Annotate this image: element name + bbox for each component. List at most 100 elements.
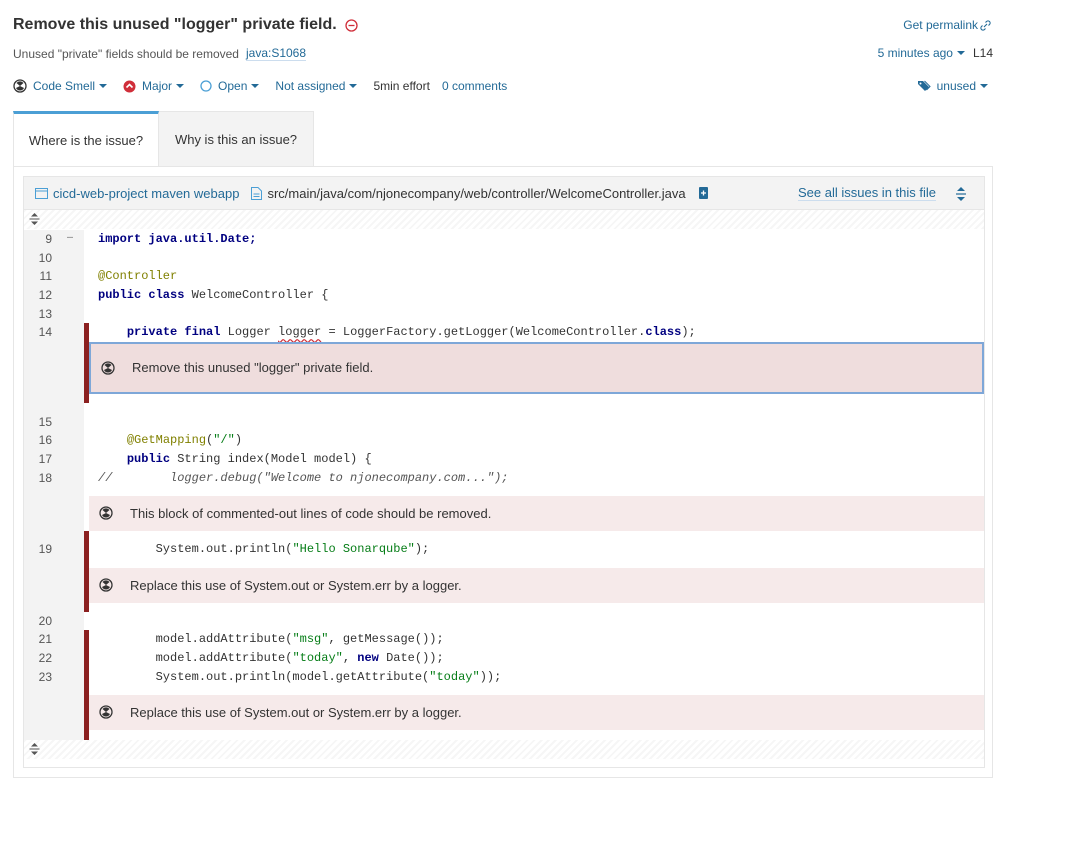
issue-message-text: This block of commented-out lines of cod…: [130, 505, 492, 521]
code-text: model.addAttribute(: [155, 651, 293, 666]
code-string: "msg": [292, 632, 329, 647]
status-label: Open: [218, 79, 248, 93]
issue-message[interactable]: Replace this use of System.out or System…: [89, 567, 984, 603]
code-text: );: [681, 325, 696, 340]
code-line: 10: [24, 248, 984, 268]
issue-message-row: Replace this use of System.out or System…: [24, 694, 984, 730]
code-line: 15: [24, 412, 984, 432]
line-number[interactable]: 13: [24, 307, 52, 321]
code-keyword: class: [645, 325, 682, 340]
line-number[interactable]: 14: [24, 325, 52, 339]
project-link[interactable]: cicd-web-project maven webapp: [35, 186, 239, 201]
issue-message[interactable]: This block of commented-out lines of cod…: [89, 495, 984, 531]
line-number[interactable]: 17: [24, 452, 52, 466]
code-string: "/": [213, 433, 235, 448]
code-text: import java.util.Date;: [98, 232, 257, 247]
flagged-token: logger: [278, 325, 322, 340]
chevron-down-icon: [956, 51, 965, 55]
rule-line: Unused "private" fields should be remove…: [13, 46, 307, 61]
code-listing: 9 … import java.util.Date; 10 11 @Control…: [24, 229, 984, 740]
chevron-down-icon: [251, 84, 260, 88]
code-text: , getMessage());: [328, 632, 444, 647]
copy-path-icon[interactable]: [698, 186, 715, 200]
comments-link[interactable]: 0 comments: [442, 79, 507, 93]
code-text: ));: [479, 669, 502, 684]
issue-tabs: Where is the issue? Why is this an issue…: [13, 111, 314, 167]
issue-meta: Code Smell Major Open Not assigned 5min …: [13, 79, 523, 93]
code-text: ): [234, 433, 243, 448]
line-number[interactable]: 15: [24, 415, 52, 429]
issue-type-dropdown[interactable]: Code Smell: [13, 79, 108, 93]
tab-where[interactable]: Where is the issue?: [13, 111, 159, 167]
code-smell-icon: [99, 578, 113, 592]
code-text: );: [414, 542, 430, 557]
line-number[interactable]: 12: [24, 288, 52, 302]
code-line: 23 System.out.println(model.getAttribute…: [24, 667, 984, 686]
tab-why[interactable]: Why is this an issue?: [159, 111, 314, 167]
expand-below-bar[interactable]: [24, 739, 984, 759]
more-icon[interactable]: …: [67, 231, 73, 242]
selected-issue-message[interactable]: Remove this unused "logger" private fiel…: [89, 341, 984, 394]
assignee-dropdown[interactable]: Not assigned: [275, 79, 358, 93]
code-line: 18 // logger.debug("Welcome to njonecomp…: [24, 468, 984, 487]
chevron-down-icon: [176, 84, 185, 88]
code-keyword: public: [126, 452, 171, 467]
issue-message-text: Replace this use of System.out or System…: [130, 577, 462, 593]
tag-label: unused: [936, 79, 976, 93]
expand-above-bar[interactable]: [24, 210, 984, 229]
severity-dropdown[interactable]: Major: [123, 79, 185, 93]
chevron-down-icon: [99, 84, 108, 88]
line-number[interactable]: 23: [24, 670, 52, 684]
line-number[interactable]: 9: [24, 232, 52, 246]
line-number[interactable]: 22: [24, 651, 52, 665]
code-smell-icon: [99, 506, 113, 521]
rule-key-link[interactable]: java:S1068: [245, 46, 307, 61]
issue-title-text: Remove this unused "logger" private fiel…: [13, 16, 337, 33]
code-text: ,: [342, 651, 358, 666]
line-number[interactable]: 19: [24, 542, 52, 556]
file-path-text: src/main/java/com/njonecompany/web/contr…: [267, 185, 686, 201]
code-string: "today": [429, 669, 480, 684]
line-number[interactable]: 16: [24, 433, 52, 447]
code-annotation: @GetMapping: [126, 433, 207, 448]
chevron-down-icon: [980, 84, 988, 88]
code-line: 9 … import java.util.Date;: [24, 230, 984, 249]
source-viewer: cicd-web-project maven webapp src/main/j…: [23, 176, 985, 768]
line-number[interactable]: 20: [24, 614, 52, 628]
minus-circle-icon: [345, 18, 358, 32]
line-number[interactable]: 11: [24, 269, 52, 283]
code-text: model.addAttribute(: [155, 632, 293, 647]
line-number[interactable]: 21: [24, 632, 52, 646]
line-number[interactable]: 18: [24, 471, 52, 485]
tags-dropdown[interactable]: unused: [917, 79, 988, 93]
file-path: src/main/java/com/njonecompany/web/contr…: [251, 185, 686, 201]
permalink-label: Get permalink: [903, 18, 978, 32]
get-permalink-link[interactable]: Get permalink: [903, 18, 991, 32]
code-text: = LoggerFactory.getLogger(WelcomeControl…: [321, 325, 646, 340]
major-severity-icon: [123, 80, 136, 92]
link-icon: [980, 19, 991, 31]
code-keyword: private final: [126, 325, 221, 340]
issue-title: Remove this unused "logger" private fiel…: [13, 16, 358, 34]
issue-message[interactable]: Replace this use of System.out or System…: [89, 694, 984, 730]
issue-message-row: Remove this unused "logger" private fiel…: [24, 341, 984, 394]
see-all-issues-link[interactable]: See all issues in this file: [797, 185, 936, 201]
expand-lines-icon: [29, 742, 40, 755]
code-line: 17 public String index(Model model) {: [24, 449, 984, 469]
expand-icon[interactable]: [956, 187, 966, 204]
project-icon: [35, 188, 48, 199]
code-text: System.out.println(: [155, 542, 293, 557]
status-dropdown[interactable]: Open: [200, 79, 260, 93]
code-line: 11 @Controller: [24, 267, 984, 286]
code-smell-icon: [101, 360, 115, 375]
line-number[interactable]: 10: [24, 251, 52, 265]
code-text: String index(Model model) {: [170, 452, 372, 467]
issue-message-text: Replace this use of System.out or System…: [130, 704, 462, 720]
assignee-label: Not assigned: [275, 79, 346, 93]
code-text: Date());: [378, 651, 444, 666]
code-line: 16 @GetMapping("/"): [24, 431, 984, 450]
code-keyword: public class: [98, 288, 185, 303]
time-ago-dropdown[interactable]: 5 minutes ago: [878, 46, 965, 60]
issue-message-row: This block of commented-out lines of cod…: [24, 495, 984, 531]
code-text: WelcomeController {: [184, 288, 329, 303]
